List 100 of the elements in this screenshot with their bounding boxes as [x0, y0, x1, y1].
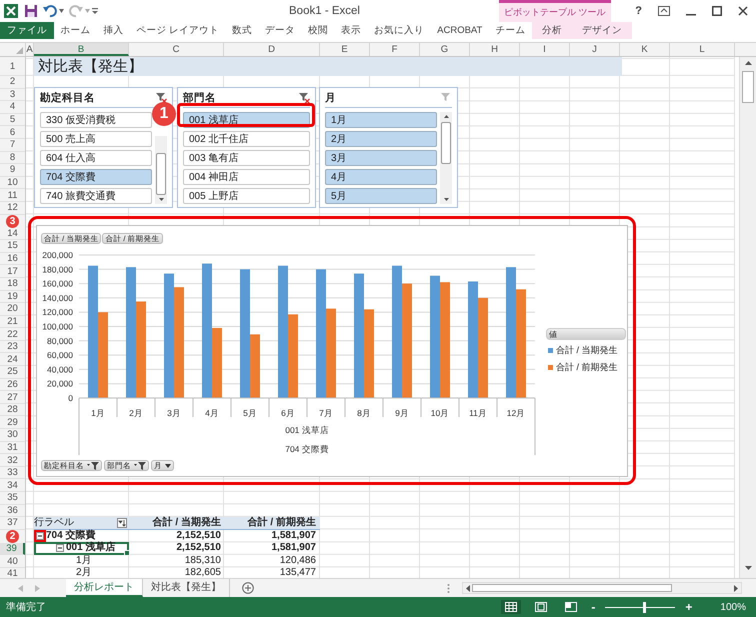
- ribbon-tab[interactable]: データ: [258, 22, 302, 39]
- scroll-thumb[interactable]: [156, 153, 166, 195]
- ribbon-tab[interactable]: 校閲: [302, 22, 335, 39]
- slicer-item[interactable]: 002 北千住店: [183, 131, 310, 147]
- column-header[interactable]: J: [570, 43, 620, 56]
- row-header[interactable]: 36: [0, 504, 25, 518]
- row-header[interactable]: 34: [0, 479, 25, 492]
- scroll-down-icon[interactable]: [158, 198, 164, 201]
- column-header[interactable]: D: [224, 43, 320, 56]
- scroll-up-icon[interactable]: [744, 61, 752, 65]
- ribbon-display-icon[interactable]: [658, 6, 670, 16]
- slicer-item[interactable]: 604 仕入高: [40, 150, 152, 166]
- column-header[interactable]: K: [620, 43, 670, 56]
- row-header[interactable]: 5: [0, 114, 25, 126]
- row-header[interactable]: 4: [0, 101, 25, 114]
- row-header[interactable]: 26: [0, 378, 25, 392]
- legend-field-button[interactable]: 値: [546, 328, 626, 340]
- slicer-item[interactable]: 2月: [325, 131, 437, 147]
- row-header[interactable]: 19: [0, 290, 25, 304]
- collapse-icon[interactable]: [56, 544, 64, 552]
- ribbon-tab[interactable]: チーム: [488, 22, 532, 39]
- row-header[interactable]: 27: [0, 391, 25, 404]
- row-header[interactable]: 30: [0, 429, 25, 442]
- scroll-down-icon[interactable]: [444, 198, 448, 201]
- slicer-item[interactable]: 330 仮受消費税: [40, 112, 152, 128]
- customize-toolbar-icon[interactable]: [92, 8, 98, 14]
- undo-icon[interactable]: [43, 4, 57, 18]
- slicer-item[interactable]: 4月: [325, 169, 437, 185]
- slicer-item[interactable]: 003 亀有店: [183, 150, 310, 166]
- row-header[interactable]: 37: [0, 517, 25, 530]
- row-header[interactable]: 3: [0, 88, 25, 102]
- ribbon-tab[interactable]: ホーム: [54, 22, 97, 39]
- scroll-thumb[interactable]: [742, 71, 754, 103]
- ribbon-tab[interactable]: 分析: [532, 22, 572, 39]
- collapse-icon[interactable]: [36, 532, 44, 540]
- column-header[interactable]: H: [470, 43, 520, 56]
- slicer-item[interactable]: 704 交際費: [40, 169, 152, 185]
- scrollbar[interactable]: [440, 112, 452, 204]
- ribbon-tab[interactable]: 数式: [226, 22, 259, 39]
- row-header[interactable]: 1: [0, 57, 25, 76]
- row-header[interactable]: 20: [0, 303, 25, 316]
- row-header[interactable]: 33: [0, 466, 25, 480]
- column-header[interactable]: C: [129, 43, 224, 56]
- maximize-icon[interactable]: [712, 6, 722, 16]
- column-header[interactable]: L: [670, 43, 735, 56]
- row-header[interactable]: 17: [0, 265, 25, 278]
- row-header[interactable]: 23: [0, 340, 25, 354]
- dropdown-caret-icon[interactable]: [59, 9, 64, 13]
- scroll-right-icon[interactable]: [734, 584, 738, 592]
- save-icon[interactable]: [24, 4, 38, 18]
- row-header[interactable]: 28: [0, 404, 25, 416]
- row-header[interactable]: 9: [0, 164, 25, 177]
- slicer-item[interactable]: 005 上野店: [183, 188, 310, 204]
- row-header[interactable]: 35: [0, 492, 25, 505]
- row-header[interactable]: 11: [0, 189, 25, 202]
- row-header[interactable]: 32: [0, 454, 25, 467]
- close-icon[interactable]: [738, 6, 748, 16]
- row-header[interactable]: 7: [0, 138, 25, 152]
- row-header[interactable]: 12: [0, 202, 25, 215]
- row-header[interactable]: 18: [0, 278, 25, 290]
- ribbon-tab[interactable]: ページ レイアウト: [130, 22, 226, 39]
- slicer-item[interactable]: 740 旅費交通費: [40, 188, 152, 204]
- scroll-thumb[interactable]: [472, 584, 672, 592]
- zoom-in-button[interactable]: +: [685, 600, 692, 614]
- scroll-up-icon[interactable]: [444, 115, 448, 118]
- column-header[interactable]: B: [34, 43, 129, 56]
- filter-sort-button-icon[interactable]: [117, 518, 127, 528]
- clear-filter-icon[interactable]: [156, 92, 167, 104]
- slicer-item[interactable]: 004 神田店: [183, 169, 310, 185]
- slicer-item[interactable]: 1月: [325, 112, 437, 128]
- row-header[interactable]: 15: [0, 240, 25, 253]
- column-header[interactable]: G: [420, 43, 470, 56]
- vertical-scrollbar[interactable]: [739, 57, 756, 578]
- horizontal-scrollbar[interactable]: [462, 582, 742, 594]
- row-header[interactable]: 40: [0, 555, 25, 568]
- column-header[interactable]: E: [320, 43, 370, 56]
- ribbon-tab[interactable]: 挿入: [97, 22, 130, 39]
- scroll-left-icon[interactable]: [466, 584, 470, 592]
- row-header[interactable]: 39: [0, 542, 25, 556]
- column-header[interactable]: F: [370, 43, 420, 56]
- row-header[interactable]: 16: [0, 252, 25, 266]
- scroll-thumb[interactable]: [441, 122, 451, 164]
- clear-filter-icon[interactable]: [299, 92, 310, 104]
- row-header[interactable]: 2: [0, 76, 25, 89]
- normal-view-icon[interactable]: [501, 600, 522, 614]
- row-header[interactable]: 31: [0, 442, 25, 454]
- scroll-down-icon[interactable]: [744, 566, 752, 570]
- help-button[interactable]: ?: [635, 5, 642, 17]
- row-header[interactable]: 14: [0, 228, 25, 240]
- splitter-icon[interactable]: [447, 584, 450, 592]
- scrollbar[interactable]: [155, 136, 167, 204]
- row-header[interactable]: 24: [0, 353, 25, 366]
- ribbon-tab[interactable]: 表示: [334, 22, 368, 39]
- row-header[interactable]: 25: [0, 366, 25, 379]
- row-header[interactable]: 6: [0, 126, 25, 139]
- column-header[interactable]: I: [520, 43, 570, 56]
- row-header[interactable]: 21: [0, 316, 25, 328]
- excel-logo-icon[interactable]: [3, 3, 19, 19]
- ribbon-tab[interactable]: ACROBAT: [430, 22, 489, 39]
- slicer-item[interactable]: 3月: [325, 150, 437, 166]
